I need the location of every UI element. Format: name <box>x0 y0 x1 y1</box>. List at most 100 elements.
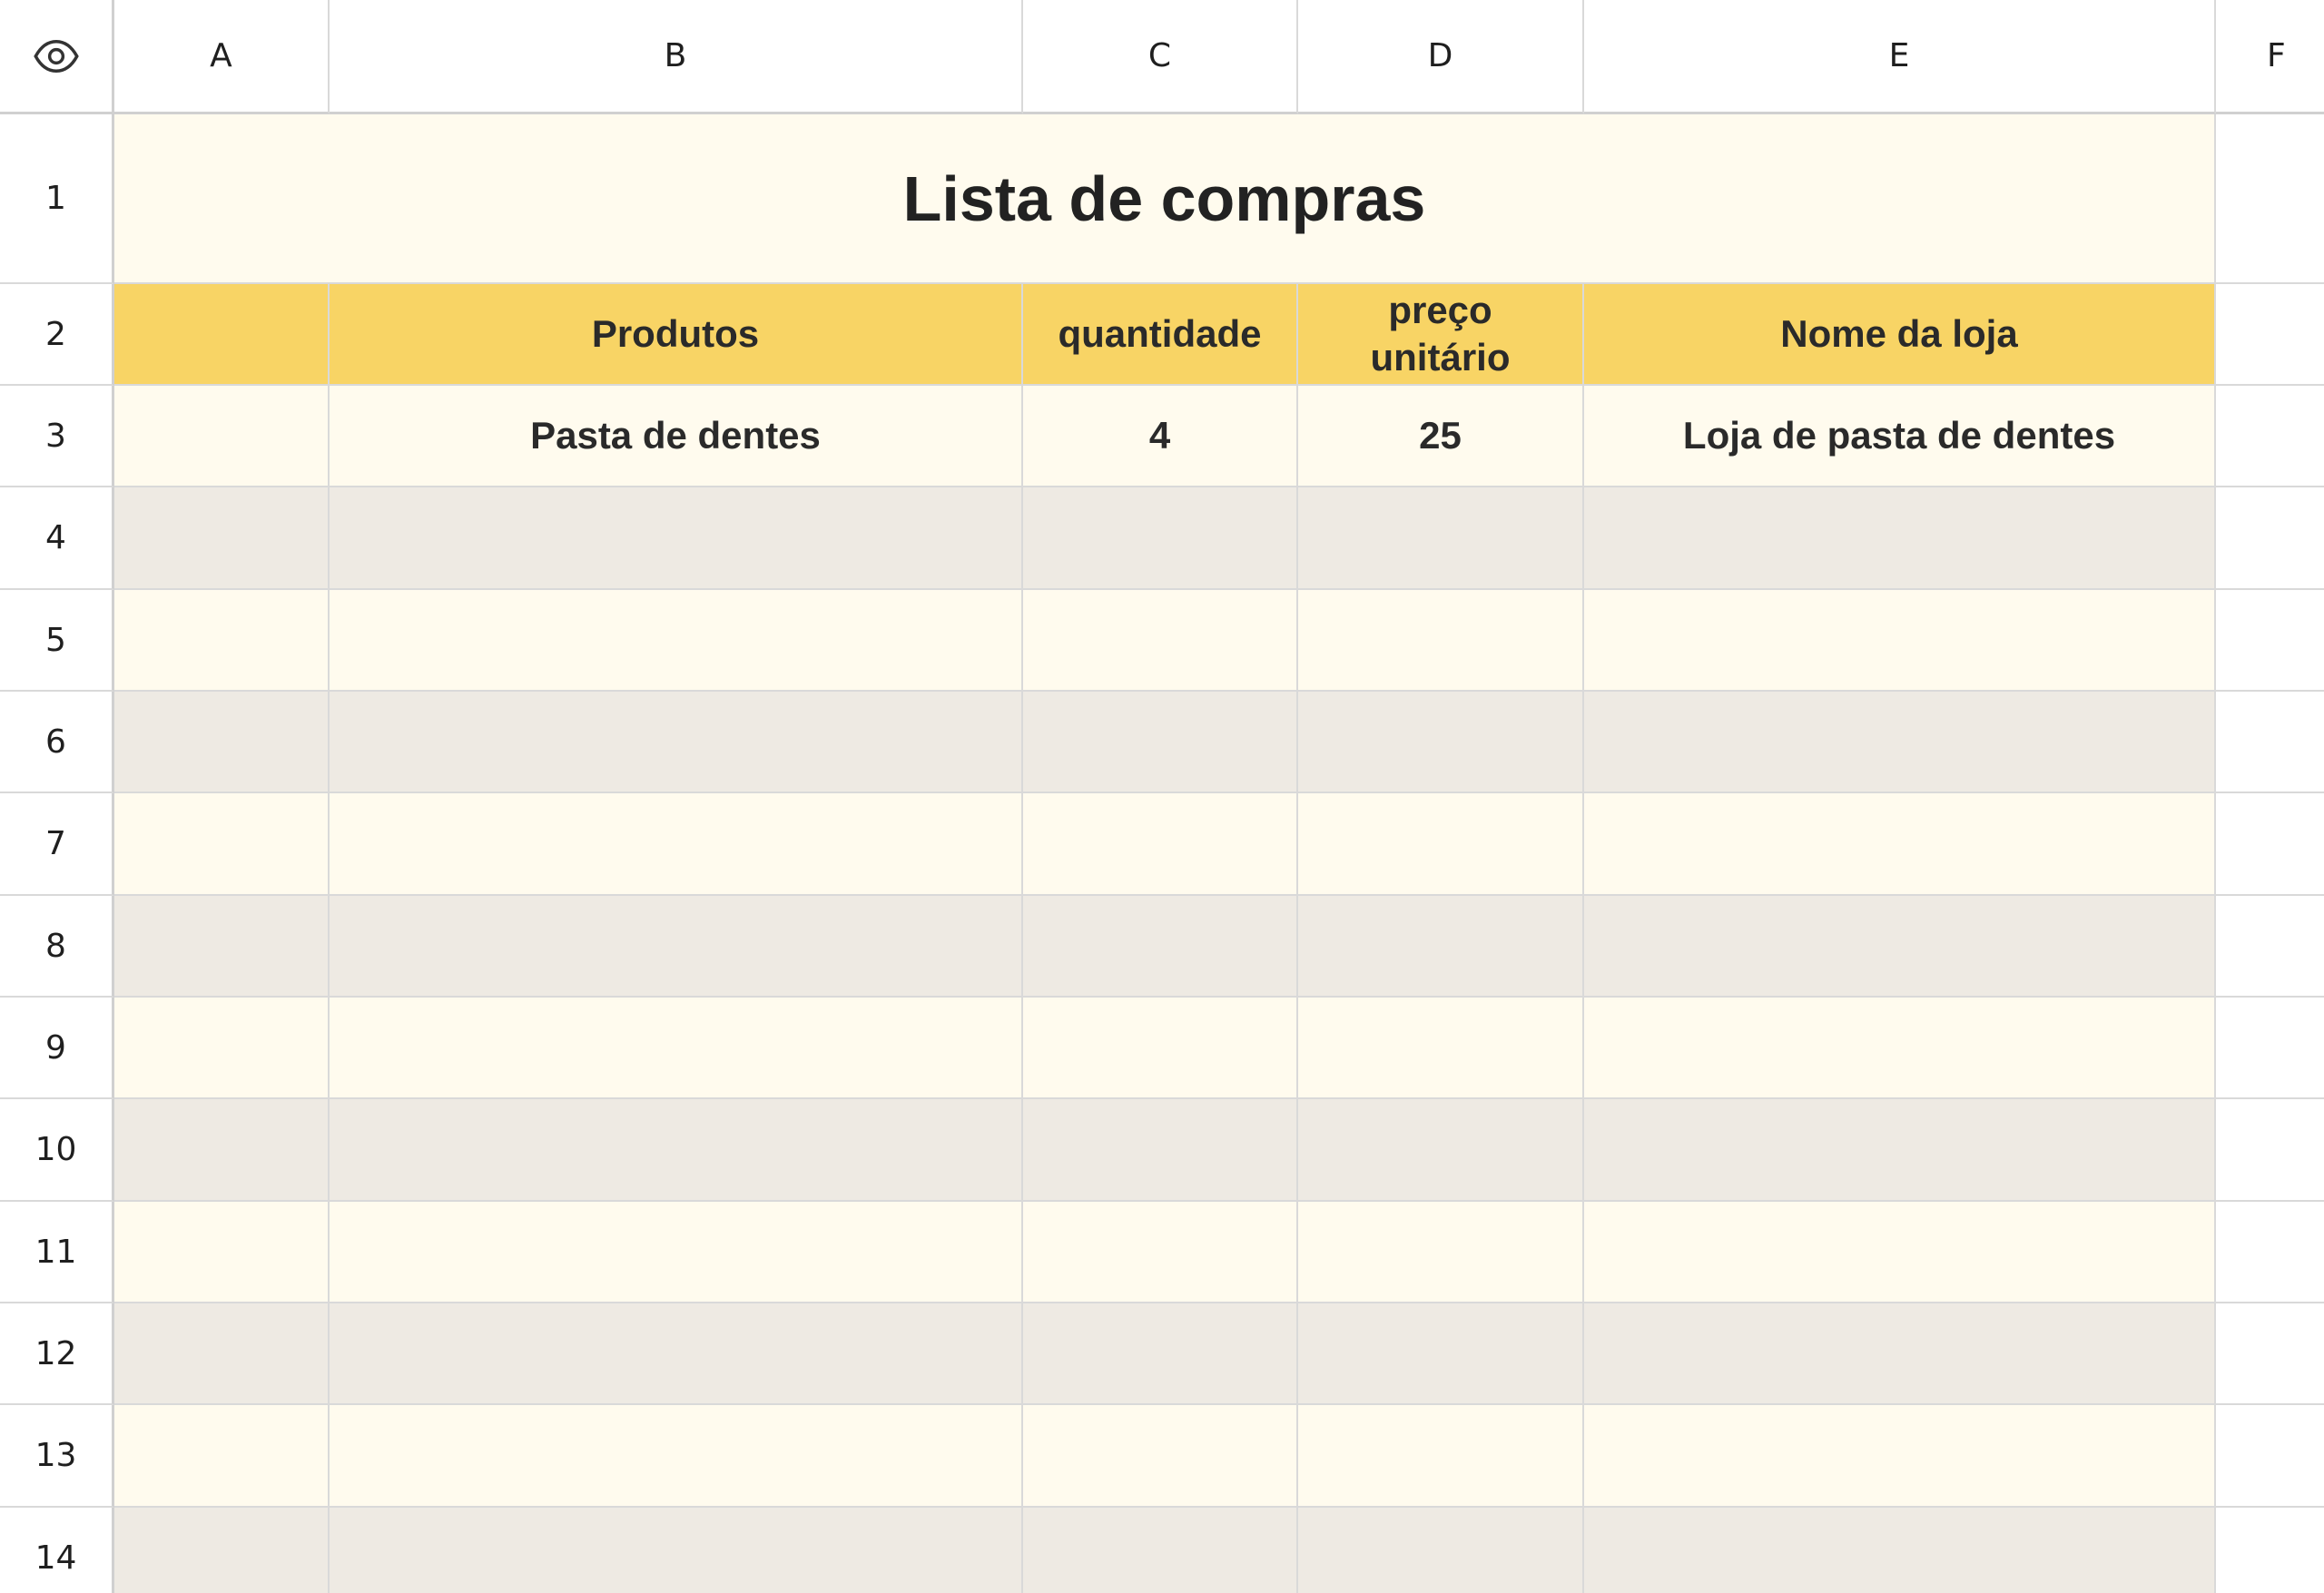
row-header-2[interactable]: 2 <box>0 284 114 386</box>
cell-c13[interactable] <box>1023 1405 1298 1508</box>
row-header-6[interactable]: 6 <box>0 692 114 793</box>
cell-f13[interactable] <box>2216 1405 2324 1508</box>
cell-b11[interactable] <box>330 1202 1023 1303</box>
cell-f7[interactable] <box>2216 793 2324 896</box>
column-header-f[interactable]: F <box>2216 0 2324 114</box>
row-header-14[interactable]: 14 <box>0 1508 114 1593</box>
cell-a12[interactable] <box>114 1303 330 1405</box>
cell-f11[interactable] <box>2216 1202 2324 1303</box>
column-header-a[interactable]: A <box>114 0 330 114</box>
cell-d5[interactable] <box>1298 590 1584 692</box>
cell-a7[interactable] <box>114 793 330 896</box>
cell-a4[interactable] <box>114 487 330 590</box>
cell-f3[interactable] <box>2216 386 2324 487</box>
cell-e9[interactable] <box>1584 998 2216 1099</box>
cell-a10[interactable] <box>114 1099 330 1202</box>
cell-e4[interactable] <box>1584 487 2216 590</box>
row-header-10[interactable]: 10 <box>0 1099 114 1202</box>
cell-e10[interactable] <box>1584 1099 2216 1202</box>
cell-b13[interactable] <box>330 1405 1023 1508</box>
cell-b3[interactable]: Pasta de dentes <box>330 386 1023 487</box>
cell-b12[interactable] <box>330 1303 1023 1405</box>
row-header-8[interactable]: 8 <box>0 896 114 998</box>
cell-a3[interactable] <box>114 386 330 487</box>
cell-d10[interactable] <box>1298 1099 1584 1202</box>
cell-e12[interactable] <box>1584 1303 2216 1405</box>
cell-f5[interactable] <box>2216 590 2324 692</box>
row-header-9[interactable]: 9 <box>0 998 114 1099</box>
header-cell-b2[interactable]: Produtos <box>330 284 1023 386</box>
cell-e14[interactable] <box>1584 1508 2216 1593</box>
cell-e13[interactable] <box>1584 1405 2216 1508</box>
row-header-5[interactable]: 5 <box>0 590 114 692</box>
row-header-13[interactable]: 13 <box>0 1405 114 1508</box>
row-header-12[interactable]: 12 <box>0 1303 114 1405</box>
column-header-b[interactable]: B <box>330 0 1023 114</box>
cell-f8[interactable] <box>2216 896 2324 998</box>
cell-f6[interactable] <box>2216 692 2324 793</box>
cell-e8[interactable] <box>1584 896 2216 998</box>
cell-c10[interactable] <box>1023 1099 1298 1202</box>
cell-d8[interactable] <box>1298 896 1584 998</box>
cell-d4[interactable] <box>1298 487 1584 590</box>
cell-c12[interactable] <box>1023 1303 1298 1405</box>
cell-a13[interactable] <box>114 1405 330 1508</box>
cell-c14[interactable] <box>1023 1508 1298 1593</box>
cell-b7[interactable] <box>330 793 1023 896</box>
header-cell-a2[interactable] <box>114 284 330 386</box>
cell-e5[interactable] <box>1584 590 2216 692</box>
cell-c4[interactable] <box>1023 487 1298 590</box>
cell-b6[interactable] <box>330 692 1023 793</box>
cell-d9[interactable] <box>1298 998 1584 1099</box>
cell-a6[interactable] <box>114 692 330 793</box>
cell-d3[interactable]: 25 <box>1298 386 1584 487</box>
cell-f1[interactable] <box>2216 114 2324 284</box>
cell-f14[interactable] <box>2216 1508 2324 1593</box>
cell-c6[interactable] <box>1023 692 1298 793</box>
cell-b10[interactable] <box>330 1099 1023 1202</box>
cell-c11[interactable] <box>1023 1202 1298 1303</box>
cell-e3[interactable]: Loja de pasta de dentes <box>1584 386 2216 487</box>
column-header-e[interactable]: E <box>1584 0 2216 114</box>
cell-f2[interactable] <box>2216 284 2324 386</box>
cell-b14[interactable] <box>330 1508 1023 1593</box>
cell-e6[interactable] <box>1584 692 2216 793</box>
cell-c3[interactable]: 4 <box>1023 386 1298 487</box>
cell-d14[interactable] <box>1298 1508 1584 1593</box>
cell-f9[interactable] <box>2216 998 2324 1099</box>
cell-b9[interactable] <box>330 998 1023 1099</box>
cell-b4[interactable] <box>330 487 1023 590</box>
sheet-title-cell[interactable]: Lista de compras <box>114 114 2216 284</box>
row-header-1[interactable]: 1 <box>0 114 114 284</box>
header-cell-e2[interactable]: Nome da loja <box>1584 284 2216 386</box>
header-cell-d2[interactable]: preço unitário <box>1298 284 1584 386</box>
eye-icon[interactable] <box>33 33 80 80</box>
cell-d12[interactable] <box>1298 1303 1584 1405</box>
cell-a11[interactable] <box>114 1202 330 1303</box>
cell-c9[interactable] <box>1023 998 1298 1099</box>
cell-a8[interactable] <box>114 896 330 998</box>
cell-c5[interactable] <box>1023 590 1298 692</box>
cell-a14[interactable] <box>114 1508 330 1593</box>
row-header-7[interactable]: 7 <box>0 793 114 896</box>
cell-d13[interactable] <box>1298 1405 1584 1508</box>
select-all-corner[interactable] <box>0 0 114 114</box>
column-header-d[interactable]: D <box>1298 0 1584 114</box>
cell-b8[interactable] <box>330 896 1023 998</box>
cell-e7[interactable] <box>1584 793 2216 896</box>
row-header-3[interactable]: 3 <box>0 386 114 487</box>
row-header-11[interactable]: 11 <box>0 1202 114 1303</box>
cell-d11[interactable] <box>1298 1202 1584 1303</box>
cell-d6[interactable] <box>1298 692 1584 793</box>
cell-f10[interactable] <box>2216 1099 2324 1202</box>
cell-e11[interactable] <box>1584 1202 2216 1303</box>
column-header-c[interactable]: C <box>1023 0 1298 114</box>
cell-d7[interactable] <box>1298 793 1584 896</box>
cell-f12[interactable] <box>2216 1303 2324 1405</box>
cell-b5[interactable] <box>330 590 1023 692</box>
row-header-4[interactable]: 4 <box>0 487 114 590</box>
header-cell-c2[interactable]: quantidade <box>1023 284 1298 386</box>
cell-c8[interactable] <box>1023 896 1298 998</box>
cell-c7[interactable] <box>1023 793 1298 896</box>
cell-f4[interactable] <box>2216 487 2324 590</box>
